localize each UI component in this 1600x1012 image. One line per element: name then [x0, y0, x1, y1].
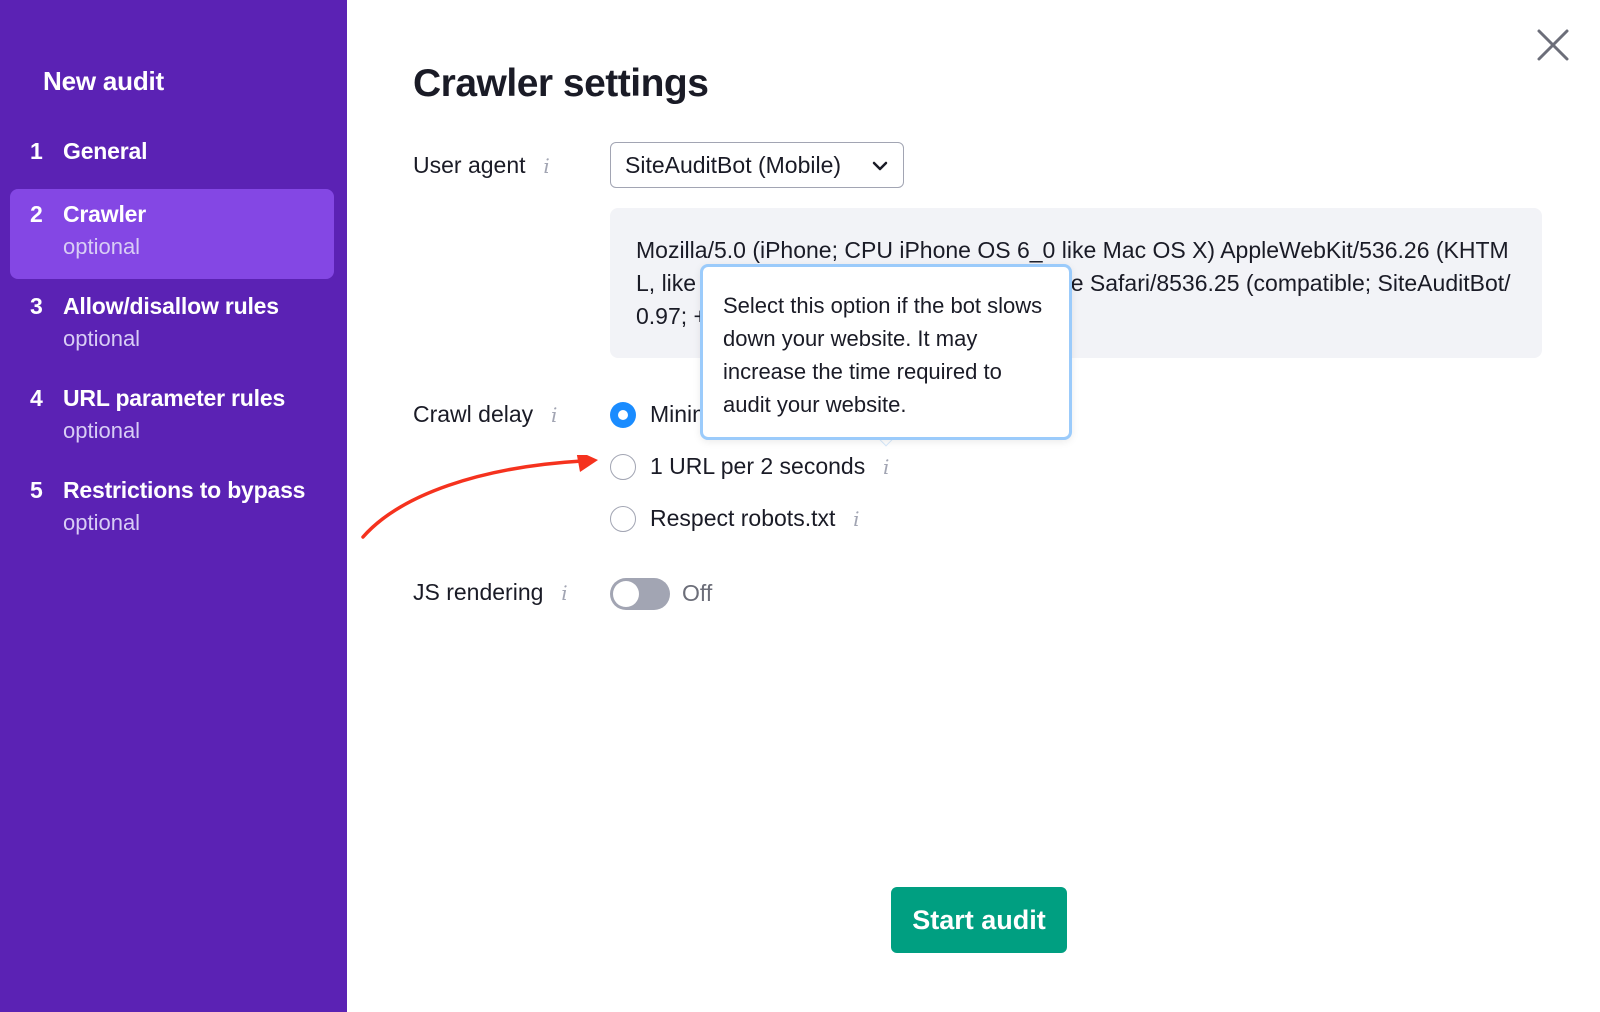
- radio-button[interactable]: [610, 505, 636, 532]
- info-icon[interactable]: i: [547, 403, 561, 427]
- step-general[interactable]: 1 General: [10, 138, 334, 165]
- step-allow-disallow-rules[interactable]: 3 Allow/disallow rules optional: [10, 293, 334, 352]
- step-label: Crawler: [63, 201, 146, 227]
- sidebar-title: New audit: [43, 66, 164, 96]
- info-icon[interactable]: i: [557, 581, 571, 605]
- user-agent-selected-value: SiteAuditBot (Mobile): [625, 151, 842, 178]
- info-icon[interactable]: i: [879, 455, 893, 479]
- user-agent-label-row: User agent i: [413, 152, 554, 179]
- radio-button-checked[interactable]: [610, 401, 636, 428]
- toggle-knob: [613, 581, 639, 607]
- step-optional-label: optional: [63, 510, 141, 535]
- step-optional-label: optional: [63, 326, 141, 351]
- user-agent-label: User agent: [413, 152, 526, 178]
- step-restrictions-to-bypass[interactable]: 5 Restrictions to bypass optional: [10, 477, 334, 536]
- annotation-arrow-icon: [361, 455, 598, 539]
- step-crawler[interactable]: 2 Crawler optional: [10, 189, 334, 279]
- page-title: Crawler settings: [413, 62, 709, 105]
- crawl-delay-label: Crawl delay: [413, 401, 534, 427]
- close-icon[interactable]: [1536, 28, 1570, 62]
- wizard-sidebar: New audit 1 General 2 Crawler optional 3…: [0, 0, 347, 1012]
- step-number: 5: [30, 477, 43, 503]
- js-rendering-label-row: JS rendering i: [413, 579, 571, 606]
- step-label: General: [63, 138, 148, 164]
- crawl-delay-label-row: Crawl delay i: [413, 401, 561, 428]
- radio-label: Respect robots.txt: [650, 505, 836, 531]
- step-number: 2: [30, 201, 43, 227]
- step-number: 3: [30, 293, 43, 319]
- step-optional-label: optional: [63, 234, 141, 259]
- step-label: Restrictions to bypass: [63, 477, 306, 503]
- step-optional-label: optional: [63, 418, 141, 443]
- radio-respect-robots-txt[interactable]: Respect robots.txt i: [610, 505, 863, 532]
- radio-label: 1 URL per 2 seconds: [650, 453, 866, 479]
- step-number: 4: [30, 385, 43, 411]
- user-agent-select[interactable]: SiteAuditBot (Mobile): [610, 142, 904, 188]
- js-rendering-label: JS rendering: [413, 579, 544, 605]
- info-icon[interactable]: i: [540, 154, 554, 178]
- step-label: URL parameter rules: [63, 385, 286, 411]
- start-audit-button[interactable]: Start audit: [891, 887, 1067, 953]
- radio-1-url-per-2-seconds[interactable]: 1 URL per 2 seconds i: [610, 453, 893, 480]
- js-rendering-toggle[interactable]: [610, 578, 670, 610]
- chevron-down-icon: [872, 161, 888, 171]
- crawl-delay-tooltip: Select this option if the bot slows down…: [700, 264, 1072, 440]
- info-icon[interactable]: i: [849, 507, 863, 531]
- radio-button[interactable]: [610, 453, 636, 480]
- step-url-parameter-rules[interactable]: 4 URL parameter rules optional: [10, 385, 334, 444]
- step-number: 1: [30, 138, 43, 164]
- js-rendering-state: Off: [682, 580, 713, 606]
- step-label: Allow/disallow rules: [63, 293, 279, 319]
